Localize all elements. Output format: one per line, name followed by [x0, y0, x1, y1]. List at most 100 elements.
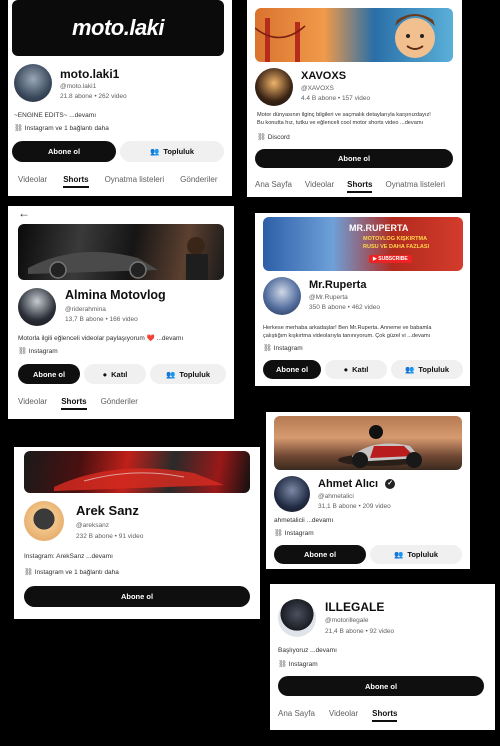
tab-playlists[interactable]: Oynatma listeleri	[105, 175, 165, 184]
channel-name: Ahmet Alıcı ✓	[318, 478, 396, 490]
link-icon: ⛓	[274, 530, 283, 537]
channel-tabs: Videolar Shorts Gönderiler	[18, 397, 138, 410]
tab-posts[interactable]: Gönderiler	[180, 175, 217, 184]
channel-name-label: Ahmet Alıcı	[318, 478, 379, 490]
community-label: Topluluk	[407, 550, 439, 559]
channel-links-label: Instagram ve 1 bağlantı daha	[34, 569, 119, 576]
community-button[interactable]: 👥 Topluluk	[370, 545, 462, 564]
channel-card-areksanz: Arek Sanz @areksanz 232 B abone • 91 vid…	[14, 447, 260, 619]
channel-links[interactable]: ⛓ Instagram	[263, 344, 303, 353]
channel-card-xavoxs: XAVOXS @XAVOXS 4.4 B abone • 157 video M…	[247, 0, 462, 197]
community-icon: 👥	[393, 550, 404, 559]
youtube-icon: ▶	[373, 256, 377, 262]
tab-shorts[interactable]: Shorts	[61, 397, 87, 410]
channel-stats: 350 B abone • 462 video	[309, 304, 380, 311]
channel-links[interactable]: ⛓ Instagram	[278, 660, 318, 669]
channel-tabs: Videolar Shorts Oynatma listeleri Gönder…	[18, 175, 218, 188]
subscribe-button[interactable]: Abone ol	[274, 545, 366, 564]
channel-tabs: Ana Sayfa Videolar Shorts	[278, 709, 398, 722]
tab-shorts[interactable]: Shorts	[63, 175, 89, 188]
channel-description[interactable]: Instagram: ArekSanz ...devamı	[24, 552, 113, 561]
channel-handle: @moto.laki1	[60, 83, 97, 90]
channel-banner: MR.RUPERTA MOTOVLOG KIŞKIRTMA RUSU VE DA…	[263, 217, 463, 271]
subscribe-button[interactable]: Abone ol	[18, 364, 80, 384]
channel-stats: 13,7 B abone • 166 video	[65, 316, 138, 323]
channel-description[interactable]: Motorla ilgili eğlenceli videolar paylaş…	[18, 334, 183, 343]
channel-avatar[interactable]	[263, 277, 301, 315]
channel-avatar[interactable]	[278, 599, 316, 637]
channel-links-label: Instagram	[28, 348, 58, 355]
join-label: Katıl	[352, 365, 369, 374]
channel-links[interactable]: ⛓ Instagram	[18, 347, 58, 356]
banner-subtitle: MOTOVLOG KIŞKIRTMA	[363, 236, 428, 242]
community-button[interactable]: 👥 Topluluk	[391, 360, 463, 379]
community-label: Topluluk	[179, 369, 211, 379]
channel-avatar[interactable]	[14, 64, 52, 102]
channel-card-almina: ← Almina Motovlog @riderahmina 13,7 B ab…	[8, 206, 234, 419]
channel-handle: @ahmetalici	[318, 493, 354, 500]
channel-stats: 31,1 B abone • 209 video	[318, 503, 391, 510]
community-button[interactable]: 👥 Topluluk	[150, 364, 226, 384]
tab-videolar[interactable]: Videolar	[329, 709, 358, 718]
community-button[interactable]: 👥 Topluluk	[120, 141, 224, 162]
channel-links[interactable]: ⛓ Discord	[257, 133, 290, 142]
channel-stats: 21.8 abone • 262 video	[60, 93, 127, 100]
channel-links-label: Instagram	[273, 345, 303, 352]
channel-links[interactable]: ⛓ Instagram ve 1 bağlantı daha	[24, 568, 119, 577]
back-arrow-icon[interactable]: ←	[18, 206, 30, 220]
channel-avatar[interactable]	[24, 501, 64, 541]
channel-links[interactable]: ⛓ Instagram	[274, 529, 314, 538]
join-label: Katıl	[111, 369, 128, 379]
subscribe-button[interactable]: Abone ol	[255, 149, 453, 168]
description-line: Bu konutta hız, tutku ve eğlenceli cool …	[257, 120, 424, 126]
channel-banner	[274, 416, 462, 470]
channel-links-label: Instagram ve 1 bağlantı daha	[24, 125, 109, 132]
tab-videolar[interactable]: Videolar	[18, 175, 47, 184]
subscribe-button[interactable]: Abone ol	[278, 676, 484, 696]
join-icon: ●	[343, 365, 349, 374]
channel-card-ahmetalici: Ahmet Alıcı ✓ @ahmetalici 31,1 B abone •…	[266, 412, 470, 569]
channel-card-illegale: ILLEGALE @motorillegale 21,4 B abone • 9…	[270, 584, 495, 730]
join-button[interactable]: ● Katıl	[84, 364, 146, 384]
channel-stats: 232 B abone • 91 video	[76, 533, 144, 540]
tab-videolar[interactable]: Videolar	[305, 180, 334, 189]
community-label: Topluluk	[163, 147, 195, 156]
tab-videolar[interactable]: Videolar	[18, 397, 47, 406]
join-icon: ●	[102, 369, 108, 379]
channel-handle: @areksanz	[76, 522, 109, 529]
link-icon: ⛓	[278, 661, 287, 668]
tab-home[interactable]: Ana Sayfa	[278, 709, 315, 718]
subscribe-button[interactable]: Abone ol	[263, 360, 321, 379]
channel-description[interactable]: Herkese merhaba arkadaşlar! Ben Mr.Ruper…	[263, 324, 432, 340]
banner-bike-illustration	[338, 425, 422, 468]
channel-description[interactable]: Motor dünyasının ilginç bilgileri ve saç…	[257, 111, 431, 127]
channel-name: Mr.Ruperta	[309, 279, 367, 291]
link-icon: ⛓	[263, 345, 272, 352]
tab-posts[interactable]: Gönderiler	[101, 397, 138, 406]
banner-subscribe-badge: ▶ SUBSCRIBE	[369, 255, 412, 263]
banner-logo: moto.laki	[71, 15, 165, 40]
tab-home[interactable]: Ana Sayfa	[255, 180, 292, 189]
tab-playlists[interactable]: Oynatma listeleri	[385, 180, 445, 189]
channel-description[interactable]: ~ENGINE EDITS~ ...devamı	[14, 111, 96, 120]
channel-links[interactable]: ⛓ Instagram ve 1 bağlantı daha	[14, 124, 109, 133]
channel-banner	[255, 8, 453, 62]
channel-links-label: Instagram	[288, 661, 318, 668]
channel-handle: @Mr.Ruperta	[309, 294, 348, 301]
subscribe-button[interactable]: Abone ol	[12, 141, 116, 162]
channel-handle: @riderahmina	[65, 306, 106, 313]
link-icon: ⛓	[18, 348, 27, 355]
community-icon: 👥	[149, 147, 160, 156]
channel-description[interactable]: ahmetalicii ...devamı	[274, 516, 333, 525]
tab-shorts[interactable]: Shorts	[347, 180, 373, 193]
tab-shorts[interactable]: Shorts	[372, 709, 398, 722]
channel-avatar[interactable]	[255, 68, 293, 106]
channel-description[interactable]: Başlıyoruz ...devamı	[278, 646, 337, 655]
channel-stats: 4.4 B abone • 157 video	[301, 95, 371, 102]
join-button[interactable]: ● Katıl	[325, 360, 387, 379]
banner-bridge-illustration	[255, 14, 435, 62]
subscribe-button[interactable]: Abone ol	[24, 586, 250, 607]
channel-tabs: Ana Sayfa Videolar Shorts Oynatma listel…	[255, 180, 445, 193]
channel-avatar[interactable]	[18, 288, 56, 326]
channel-avatar[interactable]	[274, 476, 310, 512]
